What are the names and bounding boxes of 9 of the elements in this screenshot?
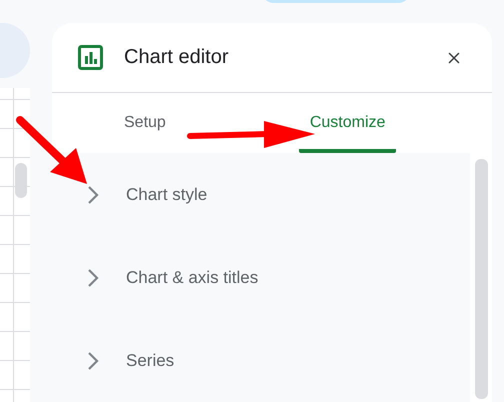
- bar-chart-icon: [78, 45, 103, 70]
- arrow-annotation: [16, 116, 87, 184]
- scrollbar-thumb[interactable]: [474, 159, 488, 399]
- scrollbar-thumb[interactable]: [15, 163, 27, 198]
- accordion-row[interactable]: Series: [52, 319, 470, 402]
- tab[interactable]: Setup: [113, 93, 177, 153]
- accordion-row[interactable]: Chart style: [52, 153, 470, 236]
- accordion-row[interactable]: Chart & axis titles: [52, 236, 470, 319]
- panel-title: Chart editor: [124, 46, 230, 69]
